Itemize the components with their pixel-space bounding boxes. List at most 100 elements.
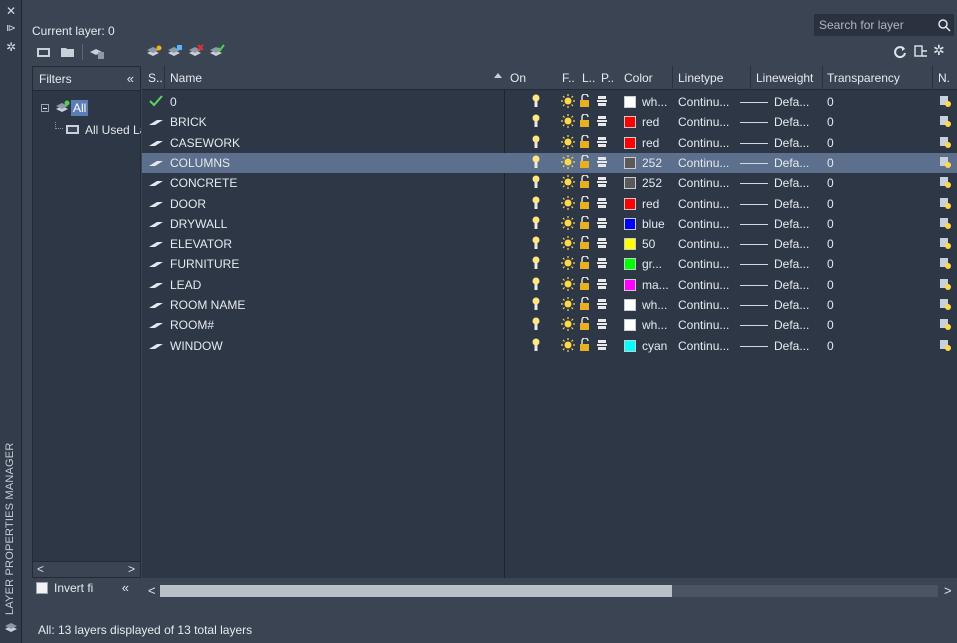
color-swatch[interactable] [624,116,636,129]
layer-name[interactable]: ROOM NAME [170,298,245,312]
layer-transparency[interactable]: 0 [827,318,834,332]
refresh-icon[interactable] [892,44,908,60]
plot-printer-icon[interactable] [597,257,607,269]
new-layer-vp-frozen-icon[interactable] [167,44,183,60]
new-vp-freeze-icon[interactable] [939,338,951,352]
new-vp-freeze-icon[interactable] [939,216,951,230]
freeze-sun-icon[interactable] [561,256,575,271]
layer-linetype[interactable]: Continu... [678,197,729,211]
unlock-icon[interactable] [579,195,591,210]
settings-icon[interactable] [913,44,929,60]
filters-scrollbar[interactable]: < > [33,561,140,577]
layer-linetype[interactable]: Continu... [678,176,729,190]
layer-lineweight[interactable]: Defa... [774,278,809,292]
properties-icon[interactable]: ✲ [0,40,22,54]
color-swatch[interactable] [624,177,636,190]
layer-color-name[interactable]: wh... [642,298,667,312]
freeze-sun-icon[interactable] [561,94,575,108]
layer-color-name[interactable]: 252 [642,176,662,190]
layer-lineweight[interactable]: Defa... [774,298,809,312]
unlock-icon[interactable] [579,276,591,291]
color-swatch[interactable] [624,96,636,108]
close-icon[interactable]: ✕ [0,4,22,18]
layer-states-manager-icon[interactable] [89,44,105,60]
freeze-sun-icon[interactable] [561,134,575,149]
layer-transparency[interactable]: 0 [827,136,834,150]
layer-name[interactable]: ROOM# [170,318,214,332]
freeze-sun-icon[interactable] [561,195,575,210]
layer-row[interactable]: BRICK red Continu... Defa... 0 [142,112,957,132]
unlock-icon[interactable] [579,236,591,250]
gear-icon[interactable]: ✲ [933,42,945,59]
new-property-filter-icon[interactable] [36,44,52,60]
new-vp-freeze-icon[interactable] [939,277,951,291]
on-bulb-icon[interactable] [532,135,540,150]
on-bulb-icon[interactable] [532,297,540,312]
layer-status-icon[interactable] [148,255,164,271]
layer-lineweight[interactable]: Defa... [774,197,809,211]
col-transparency[interactable]: Transparency [827,71,900,85]
layer-transparency[interactable]: 0 [827,237,834,251]
layer-color-name[interactable]: ma... [642,278,669,292]
layer-status-icon[interactable] [148,337,164,353]
grid-horizontal-scrollbar[interactable]: < > [142,580,957,600]
unlock-icon[interactable] [579,215,591,230]
col-new-vp-freeze[interactable]: N. [938,71,950,85]
layer-row[interactable]: ROOM# wh... Continu... Defa... 0 [142,315,957,335]
layer-row[interactable]: WINDOW cyan Continu... Defa... 0 [142,336,957,356]
layer-linetype[interactable]: Continu... [678,217,729,231]
on-bulb-icon[interactable] [532,277,540,292]
color-swatch[interactable] [624,238,636,251]
collapse-filters-bottom-icon[interactable]: « [122,580,129,595]
layer-name[interactable]: DRYWALL [170,217,227,231]
layer-transparency[interactable]: 0 [827,339,834,353]
on-bulb-icon[interactable] [532,155,540,170]
color-swatch[interactable] [624,258,636,271]
plot-printer-icon[interactable] [597,217,607,229]
plot-printer-icon[interactable] [597,237,607,249]
unlock-icon[interactable] [579,134,591,149]
layer-status-icon[interactable] [148,195,164,211]
layer-row[interactable]: CASEWORK red Continu... Defa... 0 [142,133,957,153]
filter-all-used-label[interactable]: All Used Layers [85,123,141,137]
freeze-sun-icon[interactable] [561,276,575,291]
unlock-icon[interactable] [579,256,591,270]
layer-color-name[interactable]: cyan [642,339,667,353]
layer-transparency[interactable]: 0 [827,115,834,129]
unlock-icon[interactable] [579,337,591,352]
plot-printer-icon[interactable] [597,318,607,330]
layer-status-icon[interactable] [148,215,164,231]
col-on[interactable]: On [510,71,526,85]
color-swatch[interactable] [624,278,636,291]
freeze-sun-icon[interactable] [561,297,575,311]
scroll-right-icon[interactable]: > [128,562,135,577]
plot-printer-icon[interactable] [597,136,607,148]
layer-status-icon[interactable] [148,296,164,312]
plot-printer-icon[interactable] [597,95,607,107]
set-current-icon[interactable] [209,44,225,60]
layer-linetype[interactable]: Continu... [678,339,729,353]
layer-linetype[interactable]: Continu... [678,136,729,150]
freeze-sun-icon[interactable] [561,215,575,230]
layer-transparency[interactable]: 0 [827,217,834,231]
layer-row[interactable]: FURNITURE gr... Continu... Defa... 0 [142,254,957,274]
layer-name[interactable]: LEAD [170,278,201,292]
unlock-icon[interactable] [579,317,591,331]
plot-printer-icon[interactable] [597,156,607,168]
layer-linetype[interactable]: Continu... [678,156,729,170]
delete-layer-icon[interactable] [188,44,204,60]
search-layer-box[interactable] [814,14,954,36]
layer-name[interactable]: ELEVATOR [170,237,232,251]
layer-name[interactable]: DOOR [170,197,206,211]
new-vp-freeze-icon[interactable] [939,196,951,210]
plot-printer-icon[interactable] [597,278,607,290]
unlock-icon[interactable] [579,175,591,189]
layer-color-name[interactable]: wh... [642,95,667,109]
layer-linetype[interactable]: Continu... [678,95,729,109]
color-swatch[interactable] [624,136,636,149]
tree-expander-icon[interactable] [41,104,49,112]
new-vp-freeze-icon[interactable] [939,94,951,108]
col-name[interactable]: Name [170,71,202,85]
freeze-sun-icon[interactable] [561,317,575,332]
col-lineweight[interactable]: Lineweight [756,71,813,85]
